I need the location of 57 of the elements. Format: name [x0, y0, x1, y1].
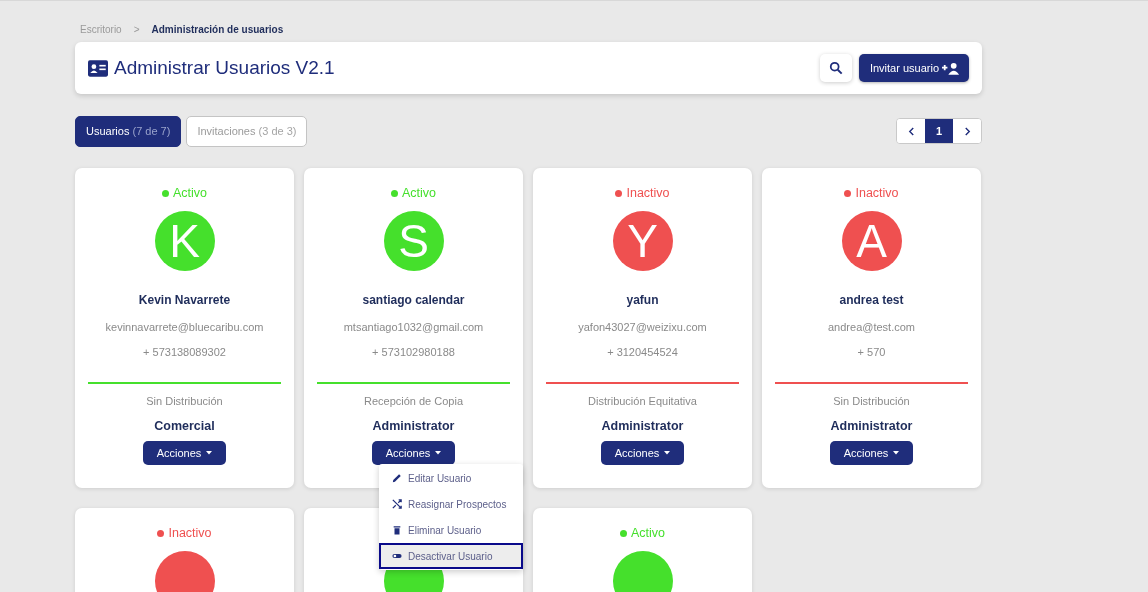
user-phone: + 570 — [857, 346, 886, 358]
status-label: Inactivo — [626, 186, 670, 200]
caret-icon — [435, 451, 442, 455]
search-button[interactable] — [819, 54, 852, 82]
avatar: A — [841, 211, 902, 271]
avatar: Y — [612, 211, 673, 271]
caret-icon — [206, 451, 213, 455]
actions-button[interactable]: Acciones — [829, 441, 914, 465]
user-name: santiago calendar — [362, 293, 465, 307]
user-name: yafun — [626, 293, 659, 307]
distribution-label: Sin Distribución — [833, 395, 910, 407]
user-name: Kevin Navarrete — [138, 293, 231, 307]
caret-icon — [664, 451, 671, 455]
status-label: Inactivo — [168, 526, 212, 540]
menu-item[interactable]: Editar Usuario — [379, 465, 523, 491]
user-email: yafon43027@weizixu.com — [578, 321, 707, 333]
user-role: Administrator — [830, 419, 913, 433]
invite-user-button[interactable]: Invitar usuario — [858, 54, 969, 82]
status-label: Activo — [630, 526, 665, 540]
user-phone: + 573102980188 — [372, 346, 455, 358]
chevron-right-icon — [963, 126, 971, 136]
actions-button[interactable]: Acciones — [600, 441, 685, 465]
user-role: Comercial — [154, 419, 215, 433]
user-name: andrea test — [839, 293, 904, 307]
distribution-label: Distribución Equitativa — [588, 395, 697, 407]
tab[interactable]: Usuarios (7 de 7) — [75, 115, 182, 147]
menu-item[interactable]: Eliminar Usuario — [379, 517, 523, 543]
user-phone: + 3120454524 — [607, 346, 678, 358]
status-label: Inactivo — [855, 186, 899, 200]
trash-icon — [392, 525, 402, 535]
status-label: Activo — [401, 186, 436, 200]
menu-item[interactable]: Reasignar Prospectos — [379, 491, 523, 517]
distribution-label: Recepción de Copia — [363, 395, 464, 407]
avatar: K — [154, 211, 215, 271]
pencil-icon — [392, 473, 402, 483]
caret-icon — [893, 451, 900, 455]
user-email: kevinnavarrete@bluecaribu.com — [105, 321, 264, 333]
avatar: S — [383, 211, 444, 271]
actions-button[interactable]: Acciones — [142, 441, 227, 465]
breadcrumb-item: Administración de usuarios — [151, 24, 284, 35]
shuffle-icon — [392, 499, 402, 509]
search-icon — [828, 61, 843, 75]
page-button[interactable]: 1 — [925, 119, 953, 143]
actions-button[interactable]: Acciones — [371, 441, 456, 465]
page-title: Administrar Usuarios V2.1 — [114, 57, 335, 79]
id-card-icon — [88, 59, 108, 77]
menu-item[interactable]: Desactivar Usuario — [379, 543, 523, 569]
breadcrumb-separator: > — [133, 24, 140, 35]
distribution-label: Sin Distribución — [146, 395, 223, 407]
chevron-left-icon — [907, 126, 915, 136]
user-role: Administrator — [372, 419, 455, 433]
add-user-icon — [942, 61, 960, 75]
user-email: andrea@test.com — [828, 321, 915, 333]
user-role: Administrator — [601, 419, 684, 433]
status-label: Activo — [172, 186, 207, 200]
user-phone: + 573138089302 — [143, 346, 226, 358]
user-email: mtsantiago1032@gmail.com — [343, 321, 484, 333]
